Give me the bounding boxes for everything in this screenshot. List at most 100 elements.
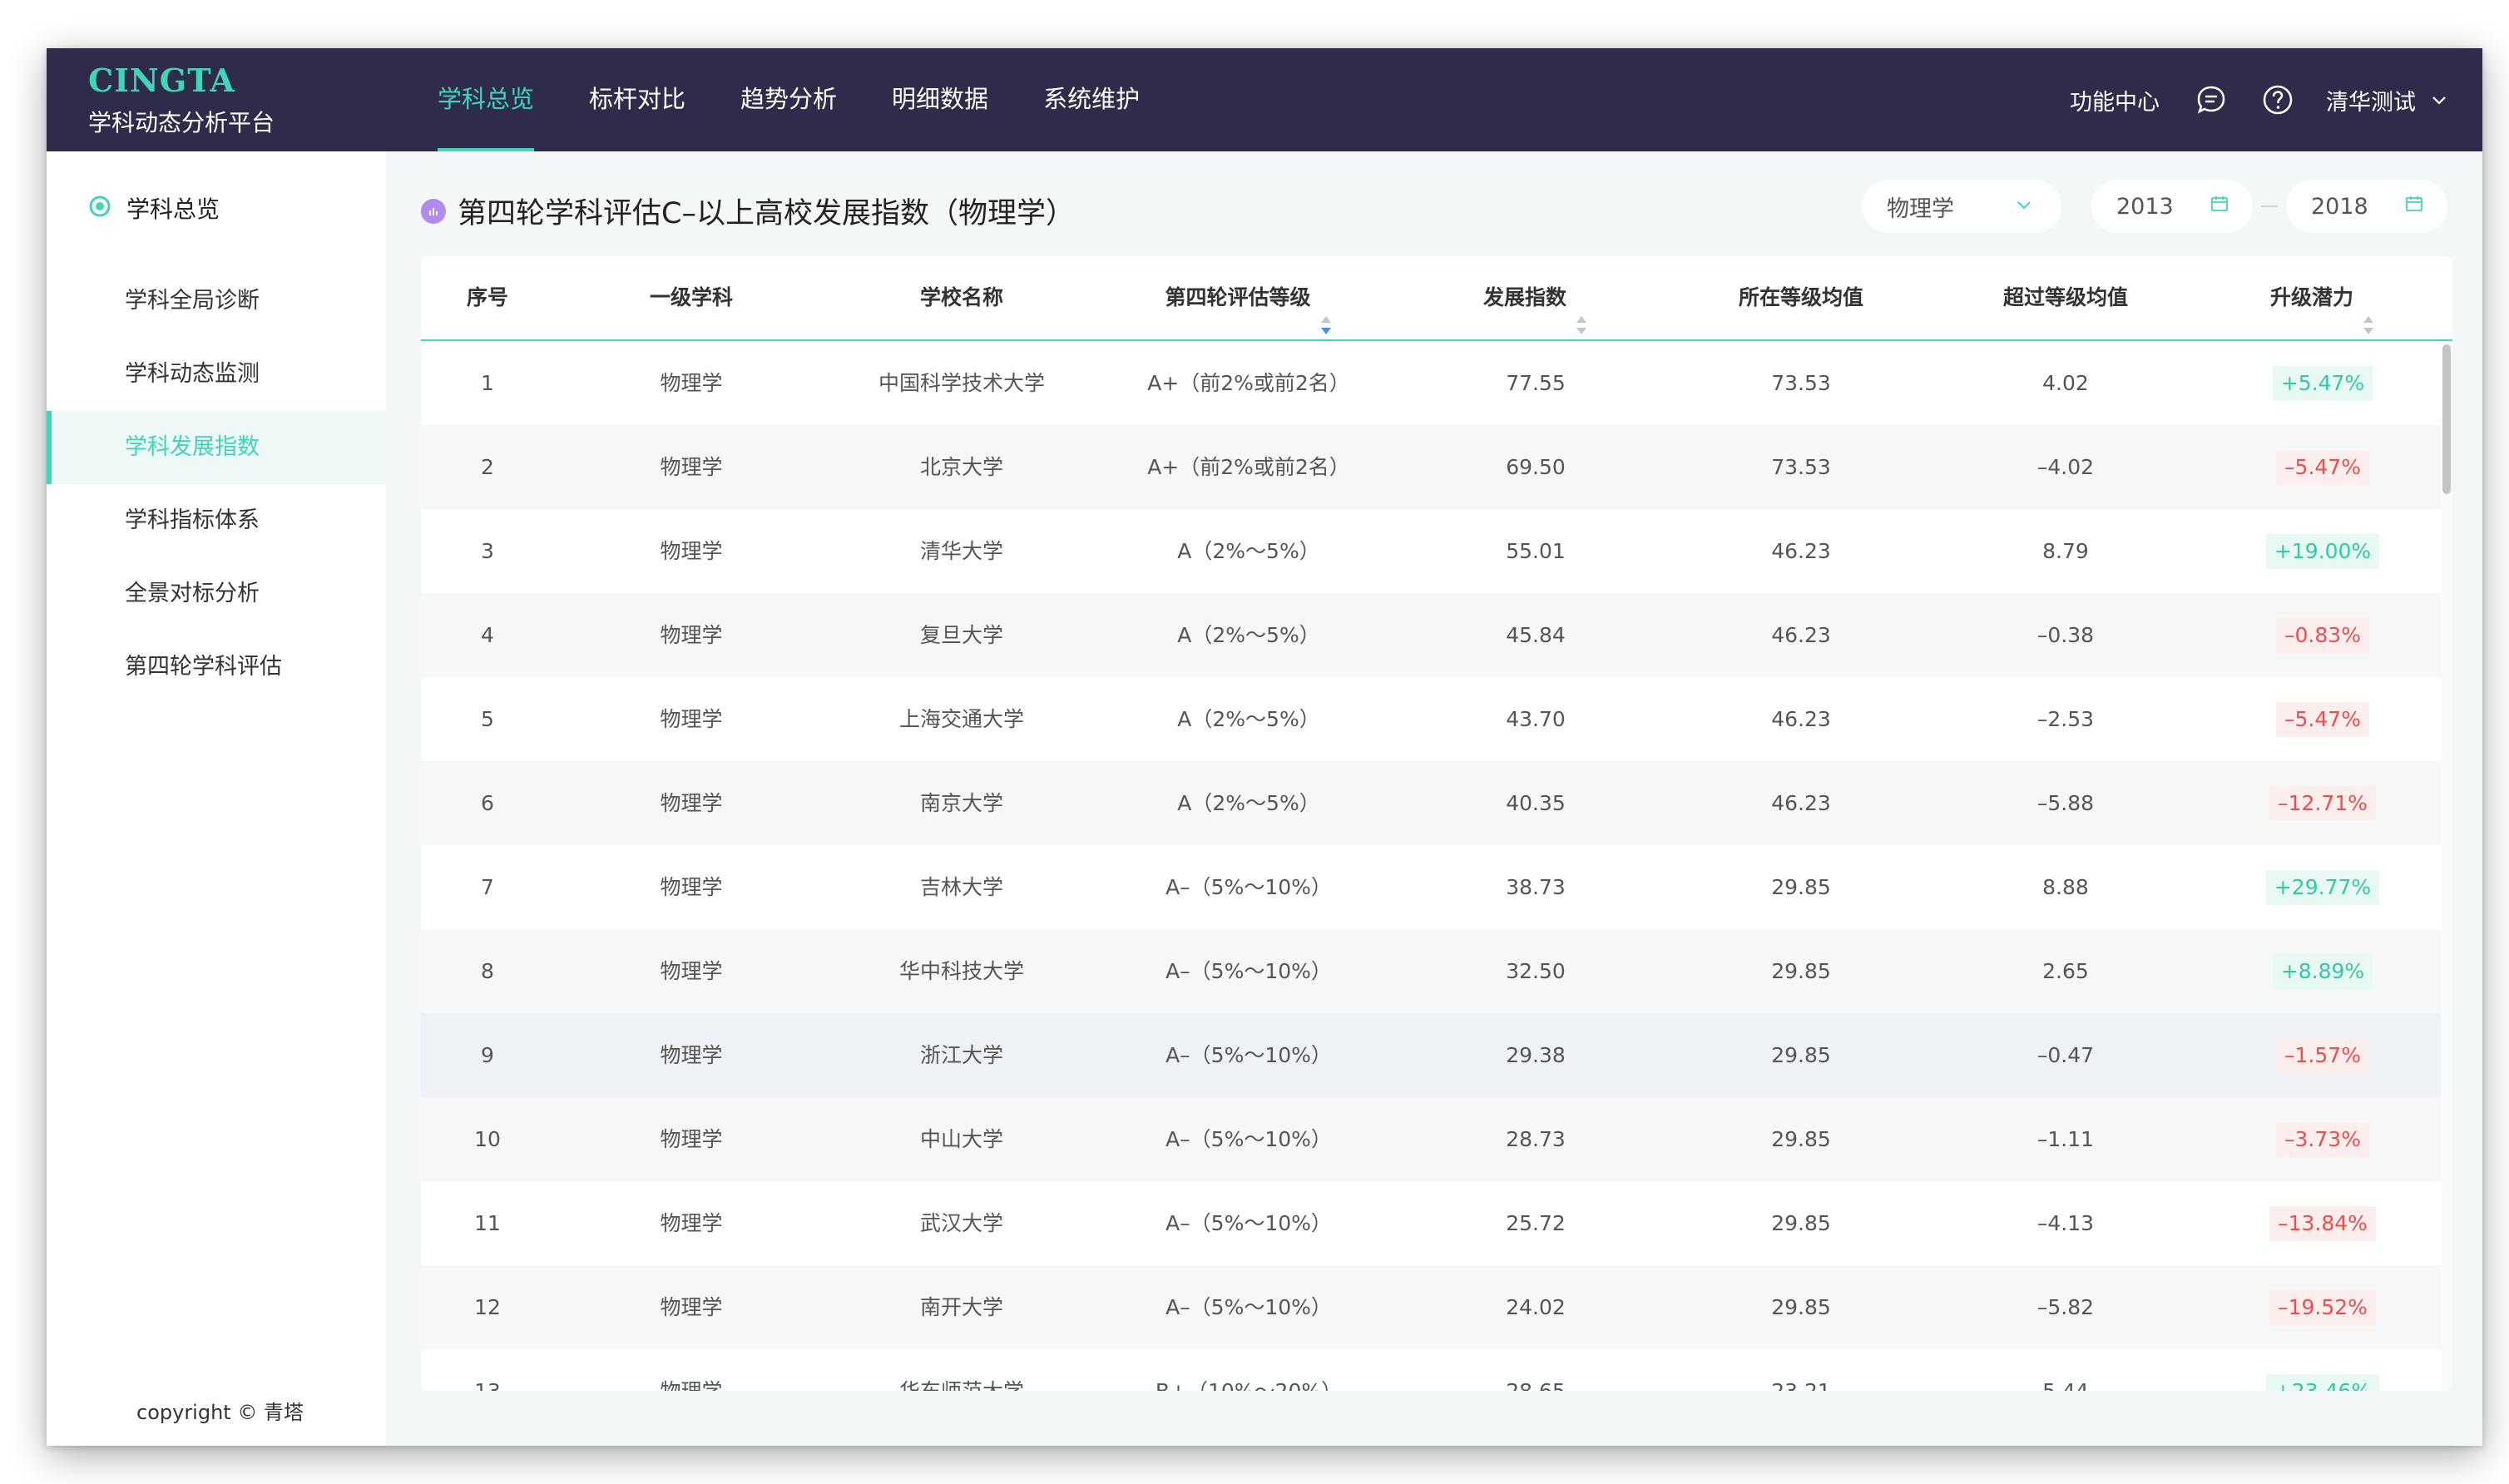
cell-over-avg: –4.02 [2036,455,2095,479]
cell-grade: A–（5%～10%） [1165,1295,1332,1319]
potential-badge: –19.52% [2269,1290,2376,1325]
table-row[interactable]: 5 物理学 上海交通大学 A（2%～5%） 43.70 46.23 –2.53 –5.47% [421,677,2441,761]
column-header-index[interactable]: 发展指数 [1403,256,1669,339]
sidebar-item-panorama-benchmark[interactable]: 全景对标分析 [47,557,386,631]
potential-badge: –0.83% [2276,618,2369,653]
cell-no: 2 [481,455,494,479]
sidebar-item-indicator-system[interactable]: 学科指标体系 [47,484,386,557]
cell-school: 华东师范大学 [829,1349,1095,1391]
sidebar-item-development-index[interactable]: 学科发展指数 [47,411,386,484]
sort-icon[interactable] [1319,288,1333,334]
cell-no: 5 [481,707,494,731]
cell-potential: –19.52% [2198,1265,2447,1349]
nav-item-trend[interactable]: 趋势分析 [740,48,837,151]
cell-no: 13 [421,1349,554,1391]
scrollbar-track[interactable] [2441,341,2452,1391]
cell-level-avg: 29.85 [1771,1211,1831,1235]
table-row[interactable]: 9 物理学 浙江大学 A–（5%～10%） 29.38 29.85 –0.47 –1.57% [421,1013,2441,1097]
year-from-picker[interactable]: 2013 [2091,180,2253,233]
nav-item-maintenance[interactable]: 系统维护 [1043,48,1140,151]
nav-item-benchmark[interactable]: 标杆对比 [589,48,685,151]
year-to-picker[interactable]: 2018 [2286,180,2447,233]
cell-index: 43.70 [1506,707,1566,731]
cell-level-avg: 46.23 [1771,707,1831,731]
cell-over-avg: –5.88 [2036,791,2095,815]
sidebar-item-global-diagnosis[interactable]: 学科全局诊断 [47,265,386,338]
sidebar-header[interactable]: 学科总览 [88,191,220,225]
cell-level-avg: 29.85 [1771,959,1831,983]
column-header-level-avg: 所在等级均值 [1738,285,1863,309]
cell-school: 清华大学 [919,539,1003,563]
calendar-icon [2210,194,2229,220]
nav-item-details[interactable]: 明细数据 [892,48,988,151]
potential-badge: +8.89% [2272,954,2373,989]
nav-item-overview[interactable]: 学科总览 [438,48,535,151]
potential-badge: +29.77% [2265,870,2380,905]
potential-badge: +23.46% [2265,1374,2380,1391]
copyright-text: copyright © 青塔 [136,1401,304,1424]
table-row[interactable]: 13物理学华东师范大学B+（10%～20%）28.6523.215.44 +23.… [421,1349,2441,1391]
cell-over-avg: –4.13 [2036,1211,2095,1235]
cell-grade: A（2%～5%） [1177,623,1320,647]
brand-logo: CINGTA [88,62,235,99]
cell-grade: A（2%～5%） [1177,539,1320,563]
table-row[interactable]: 7 物理学 吉林大学 A–（5%～10%） 38.73 29.85 8.88 +29.77% [421,845,2441,929]
user-menu[interactable]: 清华测试 [2326,84,2416,116]
column-header-potential[interactable]: 升级潜力 [2198,256,2447,339]
table-row[interactable]: 6 物理学 南京大学 A（2%～5%） 40.35 46.23 –5.88 –12.71% [421,761,2441,845]
cell-potential: –1.57% [2198,1013,2447,1097]
cell-grade: A–（5%～10%） [1165,1043,1332,1067]
cell-grade: A+（前2%或前2名） [1147,371,1350,395]
cell-no: 1 [481,371,494,395]
sort-icon[interactable] [1575,288,1588,334]
subject-select[interactable]: 物理学 [1862,180,2061,233]
table-row[interactable]: 12 物理学 南开大学 A–（5%～10%） 24.02 29.85 –5.82 –19.52… [421,1265,2441,1349]
table-row[interactable]: 11 物理学 武汉大学 A–（5%～10%） 25.72 29.85 –4.13 –13.84… [421,1181,2441,1265]
sort-icon[interactable] [2362,288,2375,334]
potential-badge: +19.00% [2265,534,2380,569]
help-icon[interactable] [2259,82,2296,118]
potential-badge: –3.73% [2276,1122,2369,1157]
table-header: 序号 一级学科 学校名称 第四轮评估等级 发展指数 所在等级均值 超过等级均值 … [421,256,2452,341]
sidebar-item-fourth-round-evaluation[interactable]: 第四轮学科评估 [47,631,386,704]
cell-index: 25.72 [1506,1211,1566,1235]
table-row[interactable]: 2 物理学 北京大学 A+（前2%或前2名） 69.50 73.53 –4.02 –5.47% [421,425,2441,509]
table-row[interactable]: 10 物理学 中山大学 A–（5%～10%） 28.73 29.85 –1.11 –3.73% [421,1097,2441,1181]
column-header-over-avg: 超过等级均值 [2002,285,2128,309]
cell-school: 吉林大学 [919,875,1003,899]
cell-index: 29.38 [1506,1043,1566,1067]
cell-over-avg: –1.11 [2036,1127,2095,1151]
sidebar-item-dynamic-monitoring[interactable]: 学科动态监测 [47,338,386,411]
subject-select-value: 物理学 [1887,195,1954,222]
cell-level-avg: 29.85 [1771,1295,1831,1319]
table-row[interactable]: 1 物理学 中国科学技术大学 A+（前2%或前2名） 77.55 73.53 4.02 +5.… [421,341,2441,425]
cell-level-avg: 29.85 [1771,1127,1831,1151]
chevron-down-icon[interactable] [2429,90,2449,110]
cell-grade: A+（前2%或前2名） [1147,455,1350,479]
cell-potential: +8.89% [2198,929,2447,1013]
cell-index: 55.01 [1506,539,1566,563]
cell-over-avg: –2.53 [2036,707,2095,731]
cell-subject: 物理学 [660,455,723,479]
cell-potential: –12.71% [2198,761,2447,845]
cell-index: 40.35 [1506,791,1566,815]
cell-potential: –5.47% [2198,425,2447,509]
cell-no: 6 [481,791,494,815]
function-center-link[interactable]: 功能中心 [2070,84,2160,116]
table-row[interactable]: 4 物理学 复旦大学 A（2%～5%） 45.84 46.23 –0.38 –0.83% [421,593,2441,677]
cell-index: 28.73 [1506,1127,1566,1151]
cell-grade: A（2%～5%） [1177,791,1320,815]
message-icon[interactable] [2193,82,2229,118]
column-header-grade[interactable]: 第四轮评估等级 [1095,256,1403,339]
cell-index: 32.50 [1506,959,1566,983]
app-window: CINGTA 学科动态分析平台 学科总览 标杆对比 趋势分析 明细数据 系统维护… [47,48,2482,1446]
cell-level-avg: 29.85 [1771,875,1831,899]
cell-level-avg: 23.21 [1669,1349,1933,1391]
table-row[interactable]: 3 物理学 清华大学 A（2%～5%） 55.01 46.23 8.79 +19.00% [421,509,2441,593]
potential-badge: –13.84% [2269,1206,2376,1241]
data-table: 序号 一级学科 学校名称 第四轮评估等级 发展指数 所在等级均值 超过等级均值 … [421,256,2452,1391]
scrollbar-thumb[interactable] [2442,344,2451,494]
table-row[interactable]: 8 物理学 华中科技大学 A–（5%～10%） 32.50 29.85 2.65 +8.89% [421,929,2441,1013]
cell-over-avg: 4.02 [2042,371,2089,395]
cell-subject: 物理学 [660,875,723,899]
